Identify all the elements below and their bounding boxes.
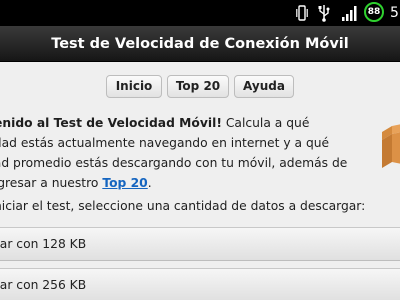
option-256kb[interactable]: bar con 256 KB — [0, 268, 400, 300]
status-bar: 88 5 — [0, 0, 400, 26]
intro-line-2: ndad estás actualmente navegando en inte… — [0, 136, 330, 150]
intro-line-4: ingresar a nuestro Top 20. — [0, 173, 366, 193]
intro-paragraph: venido al Test de Velocidad Móvil! Calcu… — [0, 113, 366, 193]
screen: 88 5 Test de Velocidad de Conexión Móvil… — [0, 0, 400, 300]
download-prompt: niciar el test, seleccione una cantidad … — [0, 199, 366, 213]
intro-line-1: venido al Test de Velocidad Móvil! Calcu… — [0, 113, 366, 133]
clock: 5 — [390, 5, 399, 21]
intro-line-3: dad promedio estás descargando con tu mó… — [0, 156, 348, 170]
option-label: bar con 128 KB — [0, 237, 87, 251]
top20-button[interactable]: Top 20 — [167, 75, 229, 98]
intro-line-4-suffix: . — [147, 176, 152, 190]
option-128kb[interactable]: bar con 128 KB — [0, 227, 400, 261]
intro-line-4-prefix: ingresar a nuestro — [0, 176, 99, 190]
usb-icon — [318, 5, 330, 22]
page-title: Test de Velocidad de Conexión Móvil — [51, 36, 349, 52]
app-header: Test de Velocidad de Conexión Móvil — [0, 26, 400, 62]
signal-icon — [342, 6, 357, 21]
ayuda-button[interactable]: Ayuda — [234, 75, 294, 98]
intro-line-1-rest: Calcula a qué — [221, 116, 310, 130]
vibrate-icon — [296, 5, 308, 21]
battery-icon: 88 — [364, 2, 384, 22]
intro-heading: venido al Test de Velocidad Móvil! — [0, 116, 222, 130]
option-label: bar con 256 KB — [0, 278, 87, 292]
top20-link[interactable]: Top 20 — [102, 176, 147, 190]
box-icon — [382, 124, 400, 168]
inicio-button[interactable]: Inicio — [106, 75, 162, 98]
